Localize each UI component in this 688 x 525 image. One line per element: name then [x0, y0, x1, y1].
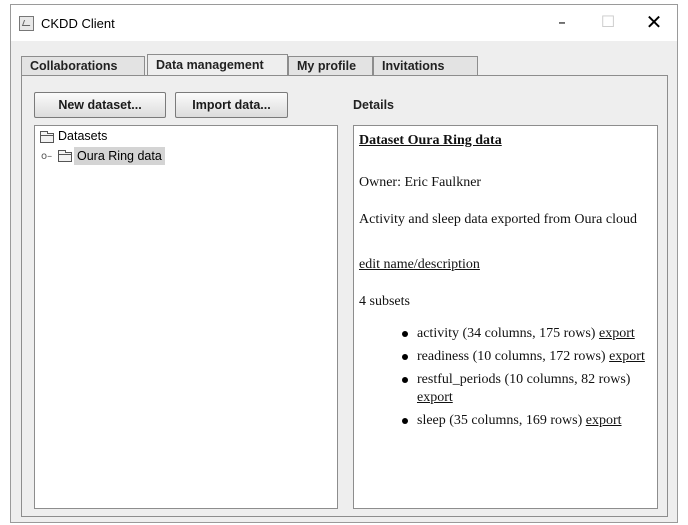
tab-data-management[interactable]: Data management — [147, 54, 288, 76]
dataset-owner: Owner: Eric Faulkner — [359, 175, 482, 190]
export-link[interactable]: export — [599, 326, 635, 341]
bullet-icon — [402, 354, 408, 360]
tab-bar: Collaborations My profile Invitations Da… — [11, 41, 677, 76]
bullet-icon — [402, 418, 408, 424]
subset-text: sleep (35 columns, 169 rows) — [417, 413, 583, 428]
new-dataset-button[interactable]: New dataset... — [34, 92, 166, 118]
subset-text: activity (34 columns, 175 rows) — [417, 326, 596, 341]
export-link[interactable]: export — [609, 349, 645, 364]
details-heading: Details — [353, 98, 394, 112]
bullet-icon — [402, 377, 408, 383]
data-management-panel: New dataset... Import data... Details Da… — [21, 75, 668, 517]
title-bar[interactable]: CKDD Client – ☐ ✕ — [11, 5, 677, 41]
tab-my-profile[interactable]: My profile — [288, 56, 373, 76]
subset-count: 4 subsets — [359, 294, 410, 309]
subset-list: activity (34 columns, 175 rows) export r… — [402, 325, 658, 435]
export-link[interactable]: export — [586, 413, 622, 428]
edit-description-link[interactable]: edit name/description — [359, 257, 480, 273]
dataset-description: Activity and sleep data exported from Ou… — [359, 212, 637, 227]
window-title: CKDD Client — [41, 16, 115, 31]
subset-item: restful_periods (10 columns, 82 rows) ex… — [402, 371, 658, 407]
tab-collaborations[interactable]: Collaborations — [21, 56, 145, 76]
tab-invitations[interactable]: Invitations — [373, 56, 478, 76]
minimize-button[interactable]: – — [539, 5, 585, 41]
dataset-tree[interactable]: Datasets o– Oura Ring data — [34, 125, 338, 509]
bullet-icon — [402, 331, 408, 337]
tree-item-oura-ring-data[interactable]: Oura Ring data — [74, 147, 165, 165]
subset-text: readiness (10 columns, 172 rows) — [417, 349, 606, 364]
export-link[interactable]: export — [417, 390, 453, 405]
maximize-button[interactable]: ☐ — [585, 5, 631, 41]
import-data-button[interactable]: Import data... — [175, 92, 288, 118]
subset-text: restful_periods (10 columns, 82 rows) — [417, 372, 631, 387]
details-pane: Dataset Oura Ring data Owner: Eric Faulk… — [353, 125, 658, 509]
tree-expand-handle-icon[interactable]: o– — [41, 151, 52, 162]
folder-icon — [58, 150, 72, 162]
tree-root-label[interactable]: Datasets — [58, 129, 107, 143]
subset-item: activity (34 columns, 175 rows) export — [402, 325, 658, 343]
window-content: Collaborations My profile Invitations Da… — [11, 41, 677, 522]
close-button[interactable]: ✕ — [631, 5, 677, 41]
folder-icon — [40, 131, 54, 143]
subset-item: sleep (35 columns, 169 rows) export — [402, 412, 658, 430]
java-app-icon — [19, 16, 34, 31]
app-window: CKDD Client – ☐ ✕ Collaborations My prof… — [10, 4, 678, 523]
subset-item: readiness (10 columns, 172 rows) export — [402, 348, 658, 366]
dataset-title: Dataset Oura Ring data — [359, 133, 502, 148]
